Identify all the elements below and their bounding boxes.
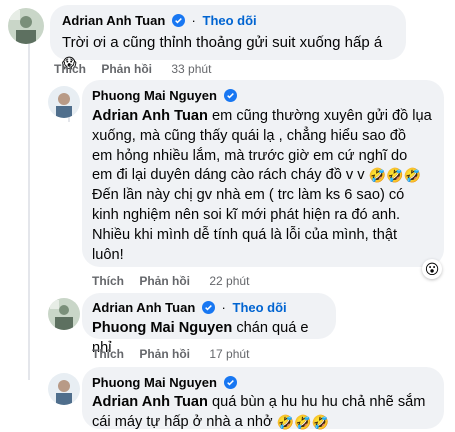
comment-text: Nhiều khi mình dễ tính quá là lỗi của mì…	[92, 226, 398, 243]
avatar[interactable]	[48, 86, 80, 118]
author-name[interactable]: Adrian Anh Tuan	[62, 13, 165, 28]
verified-badge-icon	[201, 301, 215, 314]
comment-bubble: Phuong Mai Nguyen Adrian Anh Tuan quá bù…	[82, 367, 444, 430]
comment-text: kinh nghiệm nên soi kĩ mới phát hiện ra …	[92, 206, 401, 223]
comment-actions: Thích Phản hồi 22 phút	[92, 274, 261, 288]
timestamp[interactable]: 33 phút	[171, 62, 211, 76]
reply-button[interactable]: Phản hồi	[139, 274, 190, 288]
timestamp[interactable]: 22 phút	[209, 274, 249, 288]
follow-link[interactable]: Theo dõi	[203, 13, 257, 28]
comment-actions: Thích Phản hồi 17 phút	[92, 347, 261, 361]
reaction-badge[interactable]: 😮	[422, 259, 442, 279]
comment-bubble: Phuong Mai Nguyen Adrian Anh Tuan em cũn…	[82, 80, 444, 267]
comment-text: em đi lại duyên dáng cào rách cháy đồ v …	[92, 167, 365, 184]
mention[interactable]: Adrian Anh Tuan	[92, 108, 208, 124]
author-name[interactable]: Phuong Mai Nguyen	[92, 375, 217, 390]
mention[interactable]: Adrian Anh Tuan	[92, 394, 208, 410]
reply-button[interactable]: Phản hồi	[101, 62, 152, 76]
comment-text: Trời ơi a cũng thỉnh thoảng gửi suit xuố…	[62, 34, 383, 51]
author-name[interactable]: Phuong Mai Nguyen	[92, 88, 217, 103]
timestamp[interactable]: 17 phút	[209, 347, 249, 361]
thread-line	[28, 40, 30, 380]
like-button[interactable]: Thích	[54, 62, 86, 76]
verified-badge-icon	[223, 376, 237, 389]
avatar[interactable]	[48, 373, 80, 405]
emoji: 🤣🤣🤣	[368, 167, 421, 184]
mention[interactable]: Phuong Mai Nguyen	[92, 320, 232, 336]
follow-link[interactable]: Theo dõi	[233, 300, 287, 315]
like-button[interactable]: Thích	[92, 274, 124, 288]
comment-text: quá bùn ạ hu hu hu chả nhẽ sắm	[207, 394, 426, 410]
comment-text: em hỏng nhiều lắm, mà trước giờ em cứ ng…	[92, 147, 408, 164]
comment-text: em cũng thường xuyên gửi đồ lụa	[207, 108, 432, 124]
wow-reaction-icon: 😮	[424, 260, 440, 277]
verified-badge-icon	[223, 89, 237, 102]
avatar[interactable]	[8, 8, 44, 44]
separator-dot: ·	[191, 13, 196, 28]
comment-bubble: Adrian Anh Tuan · Theo dõi Phuong Mai Ng…	[82, 293, 336, 356]
comment-text: xuống, mà cũng thấy quái lạ , chẳng hiểu…	[92, 127, 406, 144]
comment-text: Đến lần này chị gv nhà em ( trc làm ks 6…	[92, 187, 405, 204]
separator-dot: ·	[221, 300, 226, 315]
like-button[interactable]: Thích	[92, 347, 124, 361]
verified-badge-icon	[171, 14, 185, 27]
avatar[interactable]	[48, 298, 80, 330]
comment-actions: Thích Phản hồi 33 phút	[54, 62, 223, 76]
author-name[interactable]: Adrian Anh Tuan	[92, 300, 195, 315]
comment-text: cái máy tự hấp ở nhà a nhở	[92, 413, 273, 430]
comment-text: luôn!	[92, 246, 124, 263]
comment-bubble: Adrian Anh Tuan · Theo dõi Trời ơi a cũn…	[50, 5, 406, 71]
reply-button[interactable]: Phản hồi	[139, 347, 190, 361]
emoji: 🤣🤣🤣	[276, 413, 329, 430]
